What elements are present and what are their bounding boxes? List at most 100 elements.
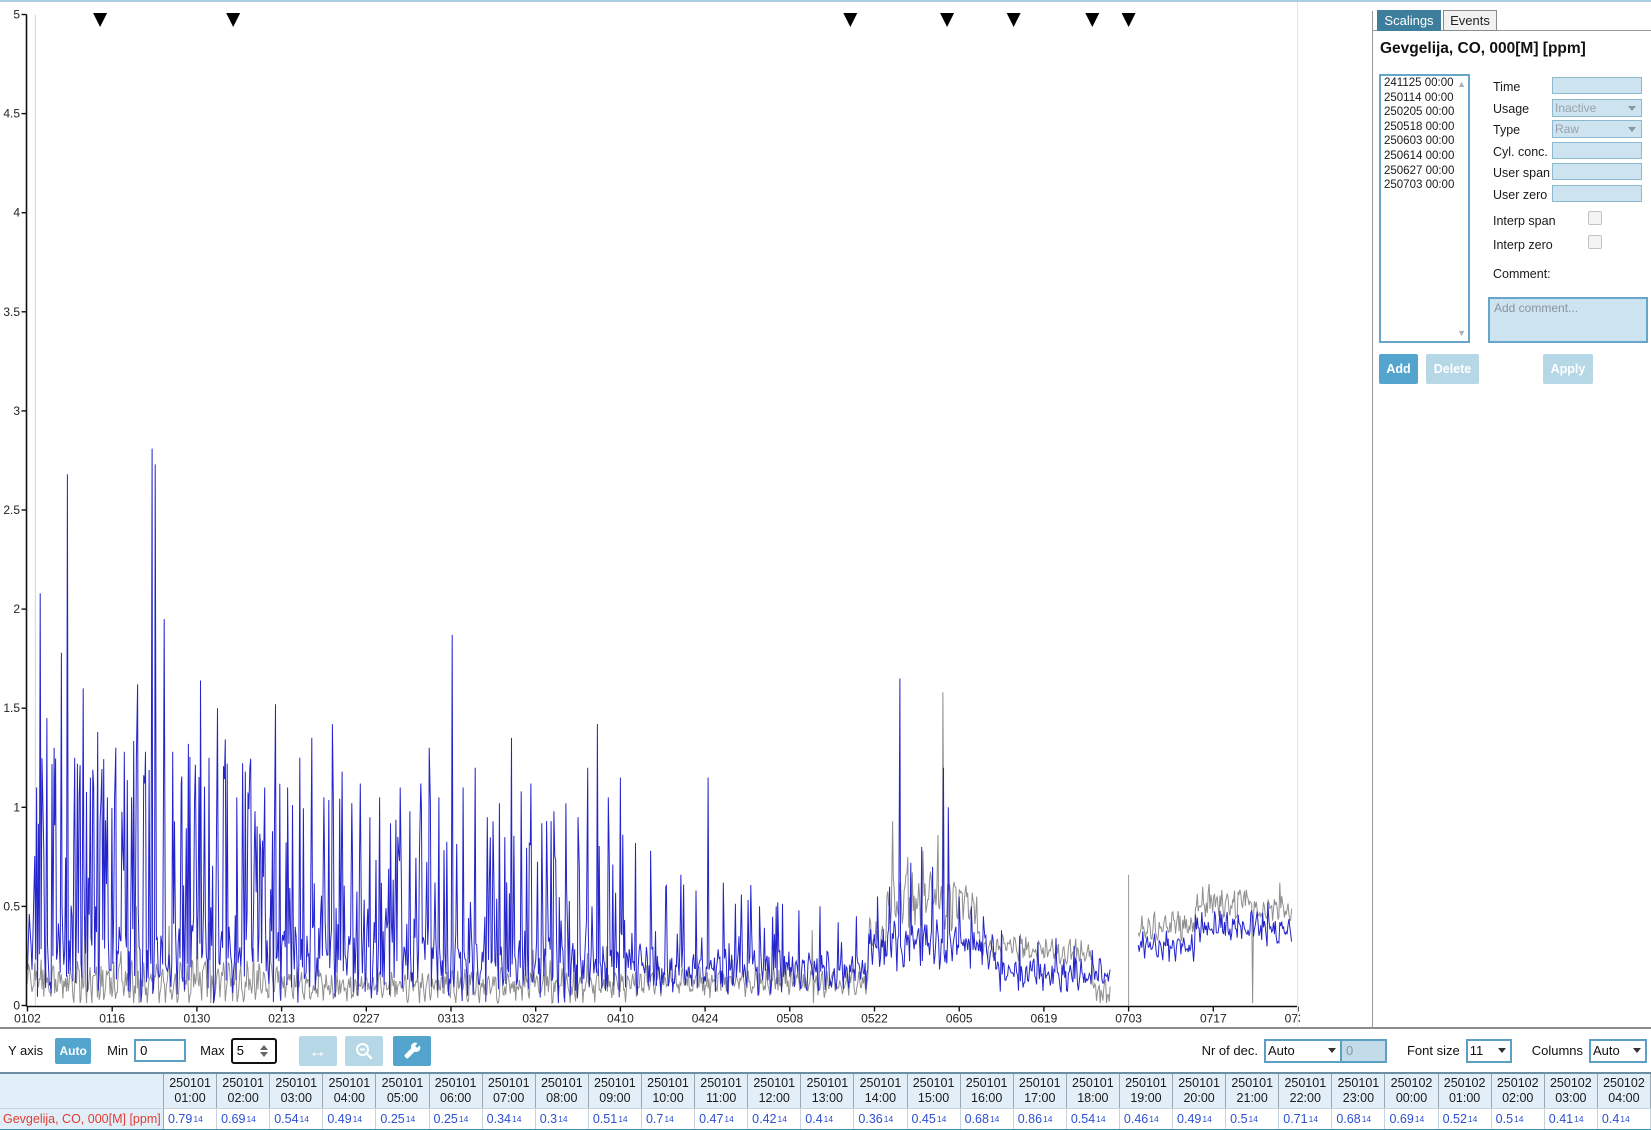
scaling-list-item[interactable]: 241125 00:00: [1381, 76, 1468, 91]
tab-scalings[interactable]: Scalings: [1377, 10, 1441, 31]
table-value-cell: 0.4514: [908, 1108, 961, 1129]
scaling-list-item[interactable]: 250703 00:00: [1381, 178, 1468, 193]
settings-button[interactable]: [393, 1036, 431, 1066]
table-value-cell: 0.4114: [1545, 1108, 1598, 1129]
nr-of-dec-select[interactable]: Auto: [1264, 1039, 1342, 1063]
x-tick-label: 0424: [692, 1012, 719, 1026]
column-header-cell: 25010201:00: [1439, 1074, 1492, 1108]
column-header-cell: 25010104:00: [323, 1074, 376, 1108]
scaling-list-item[interactable]: 250614 00:00: [1381, 149, 1468, 164]
user-zero-field[interactable]: [1552, 185, 1642, 202]
list-scroll-down-icon[interactable]: ▼: [1457, 328, 1466, 338]
column-header-cell: 25010114:00: [854, 1074, 907, 1108]
user-span-field[interactable]: [1552, 163, 1642, 180]
usage-label: Usage: [1493, 102, 1529, 116]
table-value-cell: 0.5214: [1439, 1108, 1492, 1129]
table-value-cell: 0.8614: [1014, 1108, 1067, 1129]
timeseries-chart[interactable]: 00.511.522.533.544.550102011601300213022…: [0, 2, 1300, 1027]
y-tick-label: 3: [13, 404, 20, 418]
max-label: Max: [200, 1043, 225, 1058]
x-tick-label: 0227: [353, 1012, 380, 1026]
interp-zero-checkbox[interactable]: [1588, 235, 1602, 249]
scaling-list-item[interactable]: 250627 00:00: [1381, 164, 1468, 179]
scaling-marker-icon[interactable]: [1085, 13, 1099, 27]
scaling-list-item[interactable]: 250518 00:00: [1381, 120, 1468, 135]
cyl-conc-label: Cyl. conc.: [1493, 145, 1548, 159]
y-tick-label: 0.5: [3, 899, 20, 913]
column-header-cell: 25010102:00: [217, 1074, 270, 1108]
x-tick-label: 0102: [14, 1012, 41, 1026]
x-tick-label: 0327: [522, 1012, 549, 1026]
column-header-cell: 25010110:00: [642, 1074, 695, 1108]
column-header-cell: 25010203:00: [1545, 1074, 1598, 1108]
max-spinner[interactable]: [260, 1045, 268, 1057]
table-value-cell: 0.514: [1492, 1108, 1545, 1129]
panel-left-border: [1372, 11, 1373, 1027]
scaling-list-item[interactable]: 250114 00:00: [1381, 91, 1468, 106]
table-value-cell: 0.514: [1226, 1108, 1279, 1129]
column-header-cell: 25010118:00: [1067, 1074, 1120, 1108]
table-value-cell: 0.2514: [430, 1108, 483, 1129]
table-value-cell: 0.4914: [1173, 1108, 1226, 1129]
font-size-select[interactable]: 11: [1466, 1039, 1512, 1063]
table-value-cell: 0.6814: [1332, 1108, 1385, 1129]
x-tick-label: 0605: [946, 1012, 973, 1026]
scaling-marker-icon[interactable]: [843, 13, 857, 27]
table-value-cell: 0.7114: [1279, 1108, 1332, 1129]
y-axis-auto-button[interactable]: Auto: [55, 1038, 91, 1064]
type-label: Type: [1493, 123, 1520, 137]
list-scroll-up-icon[interactable]: ▲: [1457, 79, 1466, 89]
y-tick-label: 1.5: [3, 701, 20, 715]
scaling-list-item[interactable]: 250205 00:00: [1381, 105, 1468, 120]
table-value-cell: 0.5414: [1067, 1108, 1120, 1129]
table-value-cell: 0.4914: [323, 1108, 376, 1129]
scaling-marker-icon[interactable]: [1007, 13, 1021, 27]
y-min-input[interactable]: [134, 1039, 186, 1062]
type-select[interactable]: Raw: [1552, 120, 1642, 138]
fit-horizontal-button[interactable]: ↔: [299, 1036, 337, 1066]
y-tick-label: 4.5: [3, 107, 20, 121]
scaling-marker-icon[interactable]: [1122, 13, 1136, 27]
comment-label: Comment:: [1493, 267, 1551, 281]
interp-zero-label: Interp zero: [1493, 238, 1553, 252]
scaling-marker-icon[interactable]: [940, 13, 954, 27]
x-tick-label: 0619: [1031, 1012, 1058, 1026]
y-max-input[interactable]: [233, 1043, 259, 1058]
table-corner-cell: [0, 1074, 164, 1108]
x-tick-label: 0703: [1115, 1012, 1142, 1026]
table-value-cell: 0.414: [801, 1108, 854, 1129]
scaling-marker-icon[interactable]: [93, 13, 107, 27]
chart-area: 00.511.522.533.544.550102011601300213022…: [0, 2, 1300, 1027]
add-button[interactable]: Add: [1379, 354, 1418, 384]
time-field[interactable]: [1552, 77, 1642, 94]
user-span-label: User span: [1493, 166, 1550, 180]
spinner-down-icon[interactable]: [260, 1052, 268, 1057]
scaling-list-item[interactable]: 250603 00:00: [1381, 134, 1468, 149]
cyl-conc-field[interactable]: [1552, 142, 1642, 159]
interp-span-checkbox[interactable]: [1588, 211, 1602, 225]
columns-select[interactable]: Auto: [1589, 1039, 1647, 1063]
table-value-cell: 0.5414: [270, 1108, 323, 1129]
scaling-marker-icon[interactable]: [226, 13, 240, 27]
column-header-cell: 25010109:00: [589, 1074, 642, 1108]
table-value-cell: 0.4214: [748, 1108, 801, 1129]
nr-of-dec-value-input[interactable]: [1342, 1039, 1387, 1063]
table-value-cell: 0.4714: [695, 1108, 748, 1129]
comment-textarea[interactable]: [1488, 297, 1648, 343]
delete-button[interactable]: Delete: [1426, 354, 1479, 384]
column-header-cell: 25010106:00: [430, 1074, 483, 1108]
table-value-cell: 0.314: [536, 1108, 589, 1129]
tab-events[interactable]: Events: [1443, 10, 1497, 31]
column-header-cell: 25010112:00: [748, 1074, 801, 1108]
column-header-cell: 25010204:00: [1598, 1074, 1651, 1108]
column-header-cell: 25010202:00: [1492, 1074, 1545, 1108]
usage-select[interactable]: Inactive: [1552, 99, 1642, 117]
spinner-up-icon[interactable]: [260, 1045, 268, 1050]
apply-button[interactable]: Apply: [1543, 354, 1593, 384]
zoom-out-icon: [354, 1041, 374, 1061]
zoom-out-button[interactable]: [345, 1036, 383, 1066]
column-header-cell: 25010105:00: [376, 1074, 429, 1108]
column-header-cell: 25010107:00: [483, 1074, 536, 1108]
scalings-listbox[interactable]: 241125 00:00250114 00:00250205 00:002505…: [1379, 74, 1470, 343]
column-header-cell: 25010115:00: [908, 1074, 961, 1108]
